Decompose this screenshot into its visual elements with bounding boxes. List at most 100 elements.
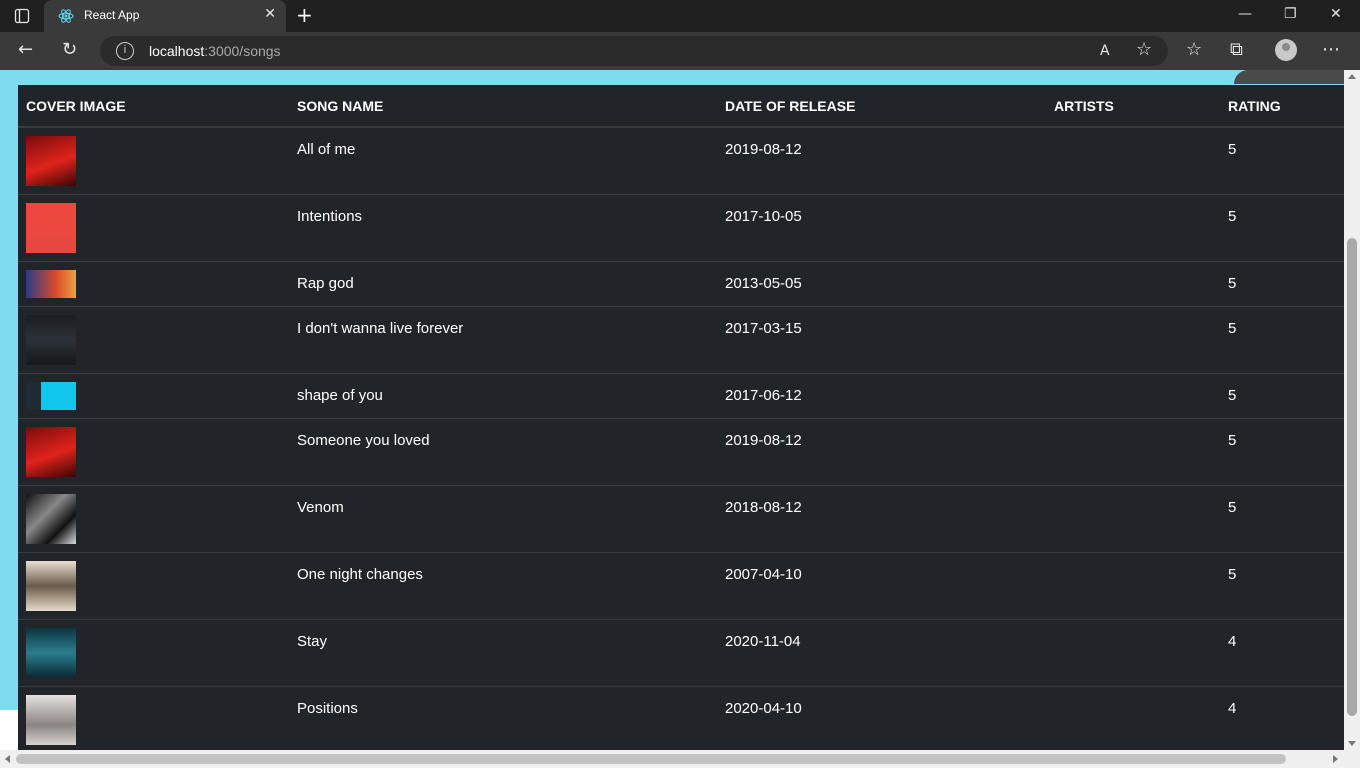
rating-cell: 4 <box>1220 686 1344 750</box>
new-tab-icon[interactable]: + <box>296 3 313 27</box>
album-cover-teal-icon <box>26 628 76 678</box>
song-name-cell: Stay <box>289 619 717 687</box>
song-name-cell: One night changes <box>289 552 717 620</box>
horizontal-scroll-thumb[interactable] <box>16 754 1286 764</box>
scrollbar-corner <box>1344 750 1360 768</box>
read-aloud-icon[interactable]: A <box>1100 42 1110 60</box>
album-cover-cyan-icon <box>26 382 76 410</box>
table-row: I don't wanna live forever 2017-03-15 5 <box>18 306 1344 374</box>
rating-cell: 5 <box>1220 126 1344 195</box>
vertical-scroll-thumb[interactable] <box>1347 238 1357 716</box>
tab-actions-icon[interactable] <box>14 8 30 24</box>
table-header-row: COVER IMAGE SONG NAME DATE OF RELEASE AR… <box>18 85 1344 128</box>
release-date-cell: 2019-08-12 <box>717 126 1046 195</box>
url-text[interactable]: localhost:3000/songs <box>149 43 281 59</box>
album-cover-pink-icon <box>26 203 76 253</box>
background-decoration <box>1234 70 1344 84</box>
album-cover-red-icon <box>26 427 76 477</box>
site-info-icon[interactable]: i <box>116 42 134 60</box>
table-row: Stay 2020-11-04 4 <box>18 619 1344 687</box>
vertical-scrollbar[interactable] <box>1344 70 1360 750</box>
favorites-icon[interactable]: ☆ <box>1186 41 1202 59</box>
rating-cell: 5 <box>1220 261 1344 307</box>
artists-cell <box>1046 306 1220 374</box>
table-row: Intentions 2017-10-05 5 <box>18 194 1344 262</box>
album-cover-red-icon <box>26 136 76 186</box>
close-tab-icon[interactable]: ✕ <box>264 6 276 22</box>
rating-cell: 5 <box>1220 418 1344 486</box>
artists-cell <box>1046 373 1220 419</box>
address-bar[interactable]: i localhost:3000/songs A ☆ <box>100 36 1168 66</box>
close-window-icon[interactable]: ✕ <box>1330 6 1342 22</box>
release-date-cell: 2019-08-12 <box>717 418 1046 486</box>
scroll-down-icon[interactable] <box>1348 741 1356 746</box>
cover-image-cell <box>18 619 289 687</box>
cover-image-cell <box>18 261 289 307</box>
cover-image-cell <box>18 485 289 553</box>
header-song-name: SONG NAME <box>289 85 717 128</box>
song-name-cell: shape of you <box>289 373 717 419</box>
table-row: One night changes 2007-04-10 5 <box>18 552 1344 620</box>
restore-icon[interactable]: ❐ <box>1284 6 1297 22</box>
release-date-cell: 2020-11-04 <box>717 619 1046 687</box>
header-artists: ARTISTS <box>1046 85 1220 128</box>
scroll-left-icon[interactable] <box>5 755 10 763</box>
rating-cell: 5 <box>1220 194 1344 262</box>
artists-cell <box>1046 552 1220 620</box>
album-cover-dark-icon <box>26 315 76 365</box>
artists-cell <box>1046 619 1220 687</box>
release-date-cell: 2013-05-05 <box>717 261 1046 307</box>
page-content: COVER IMAGE SONG NAME DATE OF RELEASE AR… <box>0 70 1344 750</box>
table-row: Venom 2018-08-12 5 <box>18 485 1344 553</box>
back-icon[interactable]: ← <box>18 41 33 59</box>
cover-image-cell <box>18 126 289 195</box>
header-cover-image: COVER IMAGE <box>18 85 289 128</box>
release-date-cell: 2007-04-10 <box>717 552 1046 620</box>
song-name-cell: Rap god <box>289 261 717 307</box>
table-row: shape of you 2017-06-12 5 <box>18 373 1344 419</box>
rating-cell: 5 <box>1220 373 1344 419</box>
refresh-icon[interactable]: ↻ <box>62 41 77 59</box>
browser-tab[interactable]: React App ✕ <box>44 0 286 32</box>
table-row: All of me 2019-08-12 5 <box>18 126 1344 195</box>
artists-cell <box>1046 686 1220 750</box>
cover-image-cell <box>18 194 289 262</box>
song-name-cell: All of me <box>289 126 717 195</box>
cover-image-cell <box>18 418 289 486</box>
song-name-cell: Intentions <box>289 194 717 262</box>
release-date-cell: 2017-03-15 <box>717 306 1046 374</box>
artists-cell <box>1046 261 1220 307</box>
cover-image-cell <box>18 373 289 419</box>
scroll-right-icon[interactable] <box>1333 755 1338 763</box>
rating-cell: 5 <box>1220 552 1344 620</box>
release-date-cell: 2017-10-05 <box>717 194 1046 262</box>
song-name-cell: Someone you loved <box>289 418 717 486</box>
cover-image-cell <box>18 686 289 750</box>
artists-cell <box>1046 194 1220 262</box>
song-name-cell: I don't wanna live forever <box>289 306 717 374</box>
profile-avatar[interactable] <box>1275 39 1297 61</box>
artists-cell <box>1046 485 1220 553</box>
minimize-icon[interactable]: — <box>1238 6 1252 22</box>
artists-cell <box>1046 126 1220 195</box>
release-date-cell: 2017-06-12 <box>717 373 1046 419</box>
rating-cell: 4 <box>1220 619 1344 687</box>
song-name-cell: Positions <box>289 686 717 750</box>
table-row: Positions 2020-04-10 4 <box>18 686 1344 750</box>
table-row: Someone you loved 2019-08-12 5 <box>18 418 1344 486</box>
add-favorite-icon[interactable]: ☆ <box>1136 41 1152 59</box>
scroll-up-icon[interactable] <box>1348 74 1356 79</box>
artists-cell <box>1046 418 1220 486</box>
rating-cell: 5 <box>1220 306 1344 374</box>
horizontal-scrollbar[interactable] <box>0 750 1344 768</box>
cover-image-cell <box>18 306 289 374</box>
collections-icon[interactable]: ⧉ <box>1230 41 1243 59</box>
cover-image-cell <box>18 552 289 620</box>
more-options-icon[interactable]: ⋯ <box>1322 41 1340 59</box>
song-name-cell: Venom <box>289 485 717 553</box>
tab-title: React App <box>84 8 140 22</box>
table-row: Rap god 2013-05-05 5 <box>18 261 1344 307</box>
album-cover-grey-icon <box>26 695 76 745</box>
page-background-strip <box>0 710 20 750</box>
songs-table: COVER IMAGE SONG NAME DATE OF RELEASE AR… <box>18 85 1344 750</box>
